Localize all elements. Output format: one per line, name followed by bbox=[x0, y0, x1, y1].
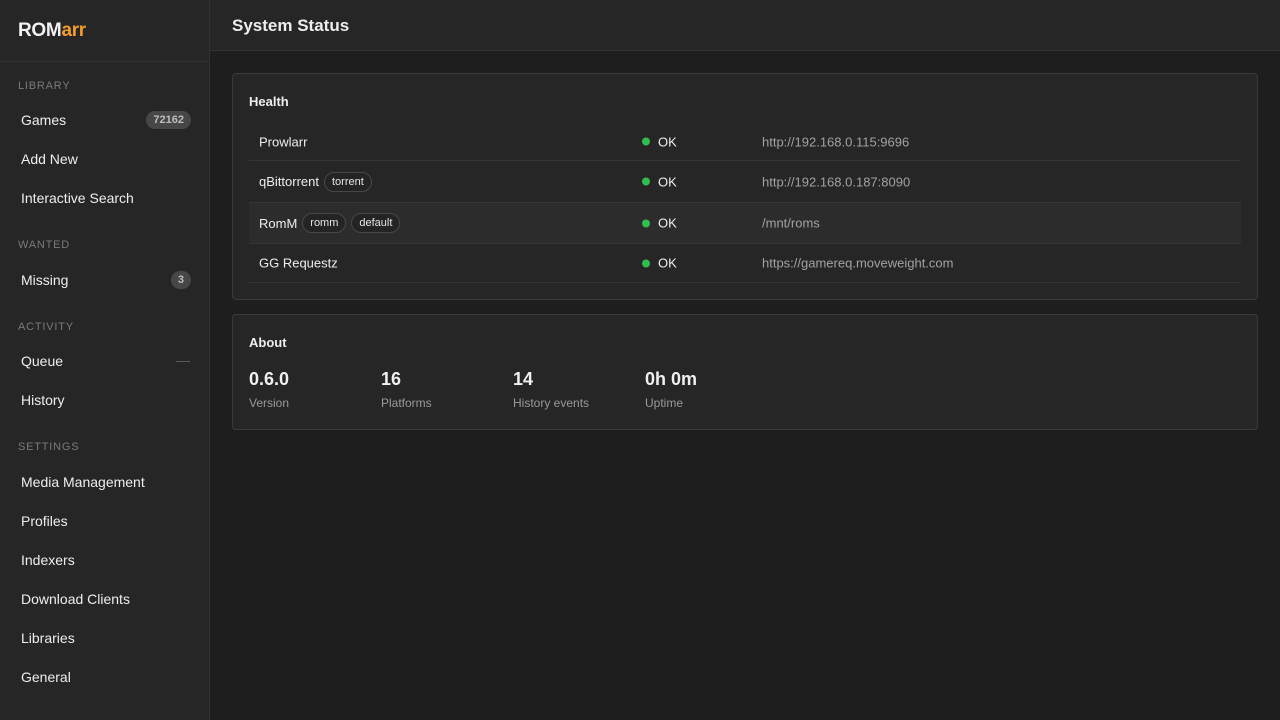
about-card: About 0.6.0 Version 16 Platforms 14 Hist… bbox=[232, 314, 1258, 430]
section-title-library: LIBRARY bbox=[18, 80, 71, 92]
health-row-name: Prowlarr bbox=[259, 134, 307, 149]
stat-uptime: 0h 0m Uptime bbox=[645, 369, 697, 410]
service-url: /mnt/roms bbox=[762, 215, 820, 231]
about-card-title: About bbox=[249, 335, 287, 350]
sidebar-item-queue[interactable]: Queue bbox=[0, 341, 209, 380]
sidebar-item-label: Indexers bbox=[21, 551, 75, 568]
stat-value: 14 bbox=[513, 369, 534, 389]
sidebar-item-label: Add New bbox=[21, 150, 78, 167]
sidebar: ROMarr LIBRARY Games 72162 Add New Inter… bbox=[0, 0, 210, 720]
health-row: qBittorrent torrent OK http://192.168.0.… bbox=[249, 161, 1241, 203]
sidebar-item-games[interactable]: Games 72162 bbox=[0, 100, 209, 139]
health-card: Health Prowlarr OK http://192.168.0.115:… bbox=[232, 73, 1258, 300]
sidebar-item-label: General bbox=[21, 668, 71, 685]
sidebar-item-interactive-search[interactable]: Interactive Search bbox=[0, 178, 209, 217]
page-title: System Status bbox=[232, 16, 350, 35]
health-row-status: OK bbox=[642, 216, 677, 231]
stat-label: Platforms bbox=[381, 396, 432, 410]
sidebar-item-download-clients[interactable]: Download Clients bbox=[0, 579, 209, 618]
service-name: qBittorrent bbox=[259, 174, 319, 189]
status-ok-icon bbox=[642, 137, 650, 146]
service-name: Prowlarr bbox=[259, 134, 308, 149]
status-ok-icon bbox=[642, 259, 650, 267]
stat-value: 0.6.0 bbox=[249, 369, 290, 389]
stat-platforms: 16 Platforms bbox=[381, 369, 432, 410]
page-header: System Status bbox=[210, 0, 1280, 51]
service-name: GG Requestz bbox=[259, 255, 338, 271]
logo-text-main: ROM bbox=[18, 20, 62, 41]
stat-value: 0h 0m bbox=[645, 369, 698, 389]
service-tag: default bbox=[351, 213, 401, 233]
status-text: OK bbox=[658, 174, 677, 189]
stat-version: 0.6.0 Version bbox=[249, 369, 289, 410]
app-logo[interactable]: ROMarr bbox=[0, 0, 209, 62]
sidebar-item-indexers[interactable]: Indexers bbox=[0, 540, 209, 579]
service-tag: romm bbox=[302, 213, 347, 233]
missing-count-badge: 3 bbox=[170, 270, 191, 289]
games-count-badge: 72162 bbox=[146, 110, 191, 129]
sidebar-item-general[interactable]: General bbox=[0, 657, 209, 696]
section-title-settings: SETTINGS bbox=[18, 441, 80, 453]
health-row-name: RomM romm default bbox=[259, 213, 401, 233]
service-url: http://192.168.0.115:9696 bbox=[762, 134, 910, 149]
status-text: OK bbox=[658, 255, 677, 271]
health-row-status: OK bbox=[642, 174, 677, 189]
sidebar-item-missing[interactable]: Missing 3 bbox=[0, 260, 209, 299]
sidebar-item-label: Media Management bbox=[21, 473, 145, 490]
health-row-name: GG Requestz bbox=[259, 256, 338, 271]
sidebar-item-add-new[interactable]: Add New bbox=[0, 139, 209, 178]
section-title-wanted: WANTED bbox=[18, 239, 71, 251]
queue-empty-indicator bbox=[176, 360, 190, 362]
sidebar-item-label: Games bbox=[21, 111, 67, 128]
sidebar-item-label: Libraries bbox=[21, 629, 75, 646]
stat-value: 16 bbox=[381, 369, 402, 389]
service-name: RomM bbox=[259, 215, 298, 231]
health-card-title: Health bbox=[249, 94, 289, 109]
sidebar-item-label: Queue bbox=[21, 352, 64, 369]
sidebar-item-media-management[interactable]: Media Management bbox=[0, 462, 209, 501]
service-url: http://192.168.0.187:8090 bbox=[762, 174, 911, 189]
sidebar-item-label: Download Clients bbox=[21, 590, 130, 607]
sidebar-item-label: Missing bbox=[21, 271, 69, 288]
sidebar-item-libraries[interactable]: Libraries bbox=[0, 618, 209, 657]
status-ok-icon bbox=[642, 177, 650, 186]
status-text: OK bbox=[658, 215, 677, 231]
health-row: GG Requestz OK https://gamereq.moveweigh… bbox=[249, 244, 1241, 283]
section-title-activity: ACTIVITY bbox=[18, 321, 74, 333]
sidebar-item-history[interactable]: History bbox=[0, 380, 209, 419]
logo-text-accent: arr bbox=[61, 20, 86, 41]
service-tag: torrent bbox=[323, 171, 372, 192]
stat-label: Uptime bbox=[645, 396, 684, 410]
sidebar-item-label: History bbox=[21, 391, 65, 408]
service-url: https://gamereq.moveweight.com bbox=[762, 255, 954, 271]
health-row: RomM romm default OK /mnt/roms bbox=[249, 203, 1241, 244]
sidebar-item-label: Interactive Search bbox=[21, 189, 134, 206]
health-row-name: qBittorrent torrent bbox=[259, 171, 372, 192]
sidebar-item-label: Profiles bbox=[21, 512, 68, 529]
status-ok-icon bbox=[642, 219, 650, 227]
status-text: OK bbox=[658, 134, 677, 149]
stat-label: Version bbox=[249, 396, 290, 410]
stat-label: History events bbox=[513, 396, 590, 410]
sidebar-item-profiles[interactable]: Profiles bbox=[0, 501, 209, 540]
health-row-status: OK bbox=[642, 134, 677, 149]
stat-history-events: 14 History events bbox=[513, 369, 589, 410]
health-row-status: OK bbox=[642, 256, 677, 271]
health-row: Prowlarr OK http://192.168.0.115:9696 bbox=[249, 123, 1241, 161]
